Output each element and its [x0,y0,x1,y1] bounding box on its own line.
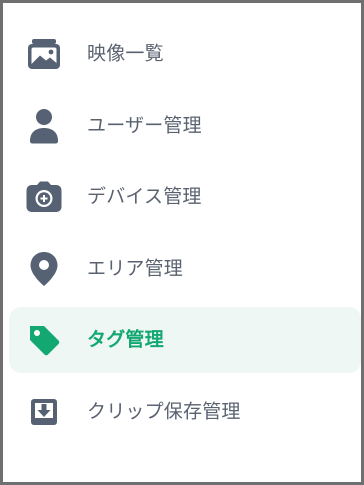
images-icon [25,35,63,73]
download-box-icon [25,393,63,431]
sidebar-item-tags[interactable]: タグ管理 [9,307,361,374]
sidebar-menu: 映像一覧 ユーザー管理 デバイス管理 エリア管理 タグ管理 クリップ保存管理 [9,21,361,451]
sidebar-item-label: デバイス管理 [87,185,202,208]
tag-icon [25,321,63,359]
sidebar-item-label: エリア管理 [87,257,184,280]
sidebar-item-devices[interactable]: デバイス管理 [9,164,361,230]
camera-icon [25,178,63,216]
sidebar-item-label: 映像一覧 [87,42,164,65]
location-pin-icon [25,250,63,288]
sidebar-item-label: ユーザー管理 [87,114,202,137]
user-icon [25,107,63,145]
sidebar-item-video-list[interactable]: 映像一覧 [9,21,361,87]
sidebar-item-label: クリップ保存管理 [87,400,241,423]
app-frame: 映像一覧 ユーザー管理 デバイス管理 エリア管理 タグ管理 クリップ保存管理 [0,0,364,485]
sidebar-item-label: タグ管理 [87,328,164,351]
sidebar-item-users[interactable]: ユーザー管理 [9,93,361,159]
sidebar-item-clip-storage[interactable]: クリップ保存管理 [9,379,361,445]
sidebar-item-areas[interactable]: エリア管理 [9,236,361,302]
